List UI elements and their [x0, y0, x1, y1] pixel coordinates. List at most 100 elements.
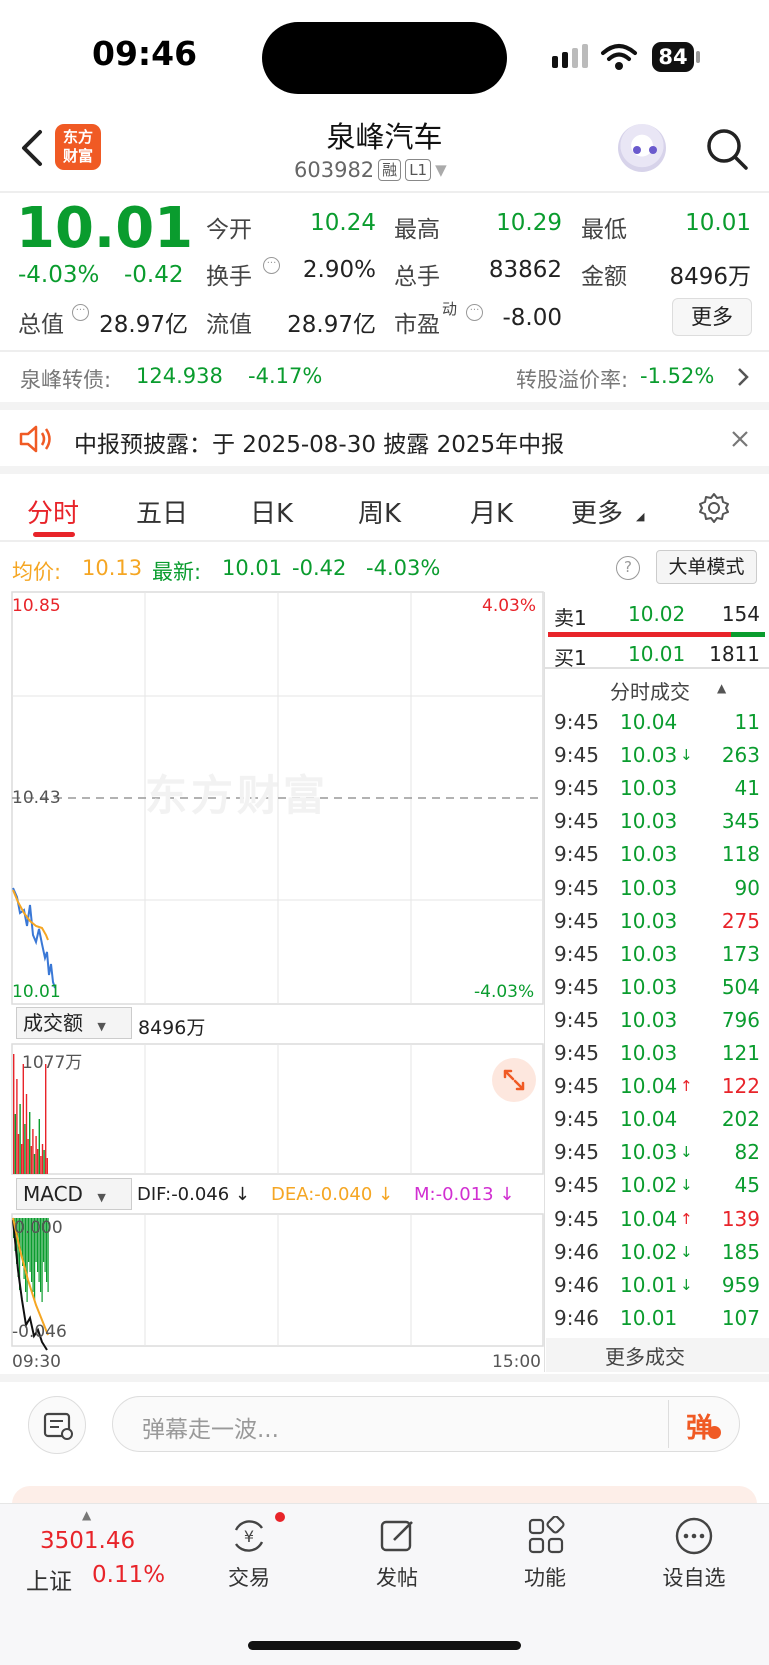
trade-time: 9:45: [554, 1107, 599, 1132]
info-dots-icon[interactable]: ···: [263, 257, 280, 274]
help-icon[interactable]: ?: [616, 556, 640, 580]
nav-functions[interactable]: 功能: [495, 1562, 595, 1592]
volume-bar: [46, 1158, 48, 1174]
trade-price: 10.03: [620, 1140, 678, 1165]
trade-row: 9:45 10.03 796: [554, 1004, 760, 1037]
stock-code-row[interactable]: 603982 融 L1 ▼: [294, 158, 447, 182]
stock-code: 603982: [294, 158, 375, 182]
tab-five-day[interactable]: 五日: [136, 493, 188, 530]
nav-post[interactable]: 发帖: [347, 1562, 447, 1592]
low-value: 10.01: [685, 210, 751, 236]
trade-row: 9:45 10.02 ↓ 45: [554, 1169, 760, 1202]
danmu-send-button[interactable]: 弹: [686, 1406, 713, 1445]
trade-volume: 202: [721, 1107, 760, 1132]
level-tag: L1: [405, 159, 432, 181]
danmu-settings-icon[interactable]: [28, 1396, 86, 1454]
intraday-chart[interactable]: [0, 590, 545, 1370]
amount-value: 8496万: [669, 264, 751, 290]
margin-tag: 融: [378, 159, 402, 181]
gear-icon[interactable]: [697, 491, 731, 525]
trade-time: 9:46: [554, 1272, 599, 1297]
high-value: 10.29: [496, 210, 562, 236]
trade-time: 9:45: [554, 875, 599, 900]
sell-pressure-bar: [548, 632, 731, 637]
trades-title[interactable]: 分时成交: [610, 676, 690, 705]
chevron-right-icon[interactable]: [736, 366, 750, 388]
info-dots-icon[interactable]: ···: [466, 304, 483, 321]
volume-bar: [13, 1054, 15, 1174]
section-divider: [0, 402, 769, 410]
tab-divider: [0, 540, 769, 542]
more-button[interactable]: 更多: [672, 298, 752, 336]
volume-bar: [35, 1136, 37, 1174]
last-price: 10.01: [16, 196, 194, 261]
tab-daily-k[interactable]: 日K: [250, 493, 293, 530]
compose-icon[interactable]: [378, 1516, 418, 1556]
apps-icon[interactable]: [526, 1516, 566, 1556]
speaker-icon: [19, 425, 51, 453]
trade-volume: 263: [721, 743, 760, 768]
chart-bottom-price: 10.01: [12, 982, 61, 1002]
watermark: 东方财富: [145, 771, 330, 820]
tab-intraday[interactable]: 分时: [27, 493, 79, 530]
more-icon[interactable]: [674, 1516, 714, 1556]
time-end-label: 15:00: [492, 1352, 541, 1372]
big-order-mode-button[interactable]: 大单模式: [656, 550, 757, 584]
trade-row: 9:46 10.01 ↓ 959: [554, 1269, 760, 1302]
trade-volume: 139: [721, 1206, 760, 1231]
trade-time: 9:45: [554, 1173, 599, 1198]
bond-pct: -4.17%: [248, 364, 323, 388]
volume-bar: [25, 1094, 28, 1174]
trade-volume: 107: [721, 1305, 760, 1330]
volume-bar: [27, 1139, 29, 1174]
change-percent: -4.03%: [18, 262, 100, 288]
latest-change: -0.42: [292, 556, 347, 580]
trade-volume: 118: [721, 842, 760, 867]
macd-indicator-select[interactable]: MACD ▼: [16, 1178, 132, 1210]
tab-more[interactable]: 更多: [571, 493, 623, 530]
trade-volume: 90: [734, 875, 760, 900]
volume-indicator-select[interactable]: 成交额 ▼: [16, 1007, 132, 1039]
open-label: 今开: [206, 217, 252, 243]
pe-superscript: 动: [442, 300, 458, 318]
latest-pct: -4.03%: [366, 556, 441, 580]
turnover-value: 2.90%: [302, 257, 376, 283]
announcement-text[interactable]: 中报预披露：于 2025-08-30 披露 2025年中报: [74, 425, 564, 459]
trade-icon[interactable]: ¥: [228, 1516, 270, 1556]
volume-bar: [30, 1146, 32, 1174]
search-icon[interactable]: [704, 126, 750, 172]
mktcap-value: 28.97亿: [99, 312, 188, 338]
battery-tip: [696, 51, 700, 63]
volume-bar: [16, 1079, 18, 1174]
danmu-separator: [668, 1400, 669, 1448]
assistant-robot-icon[interactable]: [618, 124, 666, 172]
battery-indicator: 84: [652, 42, 694, 72]
trade-time: 9:46: [554, 1305, 599, 1330]
float-label: 流值: [206, 312, 252, 338]
nav-add-watchlist[interactable]: 设自选: [644, 1562, 744, 1592]
nav-trade[interactable]: 交易: [199, 1562, 299, 1592]
trade-row: 9:46 10.02 ↓ 185: [554, 1236, 760, 1269]
chart-top-price: 10.85: [12, 596, 61, 616]
tab-active-underline: [33, 532, 75, 537]
bond-label: 泉峰转债:: [20, 368, 112, 392]
index-value[interactable]: 3501.46: [40, 1528, 135, 1554]
caret-up-icon: ▲: [717, 681, 727, 695]
trade-volume: 959: [721, 1272, 760, 1297]
tab-monthly-k[interactable]: 月K: [470, 493, 513, 530]
trade-time: 9:45: [554, 809, 599, 834]
trade-price: 10.03: [620, 842, 678, 867]
volume-bar: [19, 1104, 21, 1174]
index-expand-caret-icon[interactable]: ▲: [82, 1508, 91, 1522]
info-dots-icon[interactable]: ···: [72, 304, 89, 321]
trade-row: 9:45 10.04 11: [554, 706, 760, 739]
tab-weekly-k[interactable]: 周K: [358, 493, 401, 530]
caret-down-icon: ▼: [97, 1191, 106, 1204]
expand-icon[interactable]: [492, 1058, 536, 1102]
time-start-label: 09:30: [12, 1352, 61, 1372]
bond-price: 124.938: [136, 364, 223, 388]
close-icon[interactable]: [730, 429, 750, 449]
trade-arrow-icon: ↓: [680, 1143, 693, 1162]
more-trades-button[interactable]: 更多成交: [605, 1341, 685, 1370]
macd-dea: DEA:-0.040 ↓: [271, 1184, 394, 1205]
